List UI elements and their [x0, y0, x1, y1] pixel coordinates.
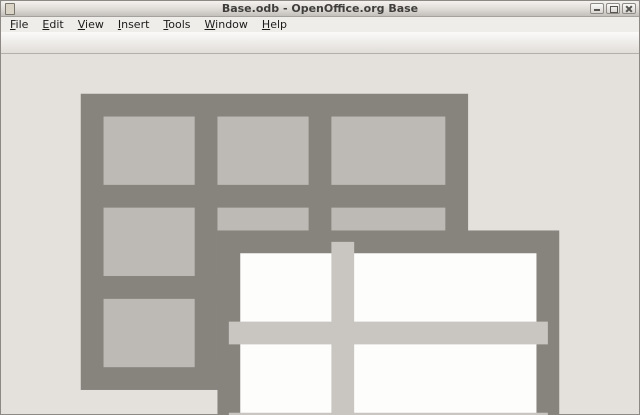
menu-window[interactable]: Window: [198, 18, 255, 31]
maximize-icon[interactable]: [606, 3, 620, 14]
window-controls: [590, 3, 636, 14]
toolbar-grip[interactable]: [5, 35, 10, 51]
toolbar: az za ab: [1, 32, 639, 54]
toolbar-grip[interactable]: [38, 35, 43, 51]
tables-icon: [1, 14, 639, 415]
sidebar-item-tables[interactable]: Tables: [1, 14, 639, 415]
database-sidebar: Database Tables Queries ok Forms Reports: [1, 1, 639, 415]
main-area: Database Tables Queries ok Forms Reports: [1, 1, 639, 415]
menu-tools[interactable]: Tools: [156, 18, 197, 31]
app-window: Base.odb - OpenOffice.org Base File Edit…: [0, 0, 640, 415]
menu-view[interactable]: View: [71, 18, 111, 31]
menu-file[interactable]: File: [3, 18, 35, 31]
window-title: Base.odb - OpenOffice.org Base: [1, 2, 639, 15]
menubar: File Edit View Insert Tools Window Help: [1, 17, 639, 32]
minimize-icon[interactable]: [590, 3, 604, 14]
menu-insert[interactable]: Insert: [111, 18, 157, 31]
menu-help[interactable]: Help: [255, 18, 294, 31]
close-icon[interactable]: [622, 3, 636, 14]
menu-edit[interactable]: Edit: [35, 18, 70, 31]
titlebar[interactable]: Base.odb - OpenOffice.org Base: [1, 1, 639, 17]
